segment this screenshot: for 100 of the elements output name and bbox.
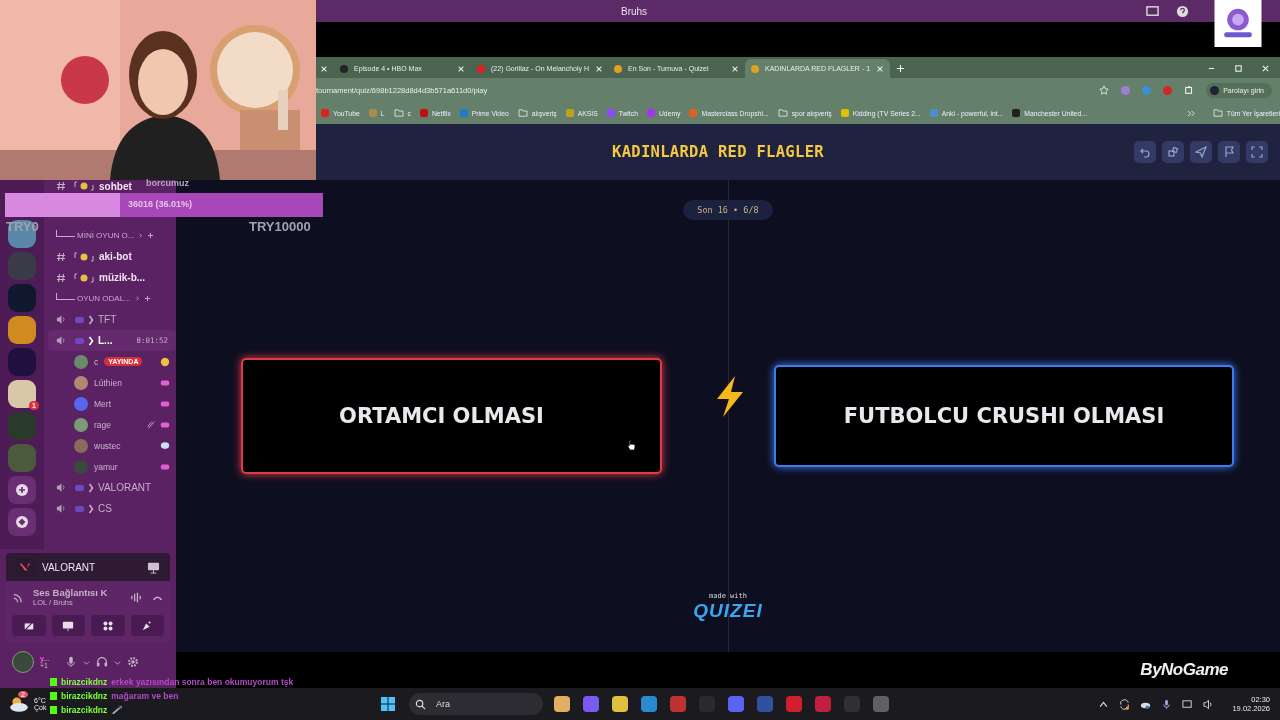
emoji-icon	[74, 272, 94, 283]
windows-icon[interactable]	[380, 696, 396, 712]
chat-username: birazcikdnz	[61, 676, 108, 687]
chevron-icon[interactable]	[133, 295, 141, 302]
voice-channel[interactable]: VALORANT	[48, 477, 176, 498]
hash-icon	[56, 272, 66, 283]
microphone-icon[interactable]	[1161, 698, 1173, 710]
answer-card[interactable]: FUTBOLCU CRUSHI OLMASI	[774, 365, 1234, 467]
folder-icon	[1212, 109, 1223, 117]
search-field[interactable]: Ara	[409, 693, 543, 715]
shuffle-button[interactable]	[1162, 141, 1184, 163]
caret-icon[interactable]	[83, 658, 91, 666]
voice-channel[interactable]: CS	[48, 498, 176, 519]
speaker-icon	[56, 503, 67, 514]
knife-icon	[111, 704, 124, 715]
headphones-icon[interactable]	[96, 656, 109, 668]
screen-share-icon[interactable]	[147, 560, 160, 574]
app-icon[interactable]	[641, 696, 657, 712]
flag-button[interactable]	[1218, 141, 1240, 163]
goal-end-label: TRY10000	[249, 219, 311, 234]
sync-icon[interactable]	[1119, 698, 1131, 710]
caret-icon[interactable]	[114, 658, 122, 666]
send-icon	[1195, 146, 1207, 158]
brand-logo[interactable]: QUIZEI	[693, 600, 763, 622]
microphone-icon[interactable]	[65, 656, 78, 668]
quiz-title: KADINLARDA RED FLAGLER	[612, 143, 824, 161]
server-icon[interactable]	[8, 380, 36, 408]
add-icon[interactable]	[147, 232, 155, 239]
server-icon[interactable]	[8, 316, 36, 344]
goal-progress-label: 36016 (36.01%)	[128, 199, 193, 209]
close-icon[interactable]	[876, 64, 885, 73]
user-avatar[interactable]	[12, 651, 34, 673]
close-icon[interactable]	[320, 65, 328, 73]
app-icon[interactable]	[670, 696, 686, 712]
app-icon[interactable]	[728, 696, 744, 712]
app-icon[interactable]	[786, 696, 802, 712]
app-icon[interactable]	[554, 696, 570, 712]
camera-button[interactable]	[12, 615, 46, 636]
voice-member[interactable]: yamur	[48, 456, 176, 477]
folder-icon	[517, 109, 528, 117]
add-icon[interactable]	[8, 476, 36, 504]
close-icon[interactable]	[457, 64, 465, 73]
voice-channel[interactable]: TFT	[48, 309, 176, 330]
connection-status: Ses Bağlantısı K	[33, 587, 109, 598]
help-icon[interactable]	[1176, 4, 1189, 18]
puzzle-icon[interactable]	[1184, 85, 1195, 95]
voice-member[interactable]: Mert	[48, 393, 176, 414]
party-icon	[141, 619, 154, 632]
close-icon[interactable]	[595, 64, 604, 73]
send-button[interactable]	[1190, 141, 1212, 163]
add-icon[interactable]	[143, 295, 151, 302]
screen-icon	[62, 619, 75, 632]
activities-button[interactable]	[91, 615, 125, 636]
soundboard-button[interactable]	[130, 615, 164, 636]
hash-icon	[56, 251, 66, 262]
cubes-icon	[1167, 146, 1179, 158]
game-icon	[75, 505, 84, 512]
maximize-icon[interactable]	[1234, 64, 1243, 73]
waveform-icon[interactable]	[130, 590, 143, 604]
game-icon	[75, 484, 84, 491]
voice-member[interactable]: Lúthien	[48, 372, 176, 393]
text-channel[interactable]: sohbet	[48, 180, 132, 192]
app-icon[interactable]	[583, 696, 599, 712]
settings-icon[interactable]	[127, 656, 140, 668]
flag-icon	[1223, 146, 1235, 158]
text-channel[interactable]: müzik-b...	[48, 267, 176, 288]
speaker-icon	[56, 482, 67, 493]
answer-card[interactable]: ORTAMCI OLMASI	[241, 358, 662, 474]
grid-icon	[101, 619, 114, 632]
chat-username: birazcikdnz	[61, 704, 108, 715]
fullscreen-button[interactable]	[1246, 141, 1268, 163]
chat-icon	[160, 440, 170, 451]
voice-member[interactable]: wustec	[48, 435, 176, 456]
volume-icon[interactable]	[1203, 698, 1215, 710]
chevron-icon	[88, 503, 94, 514]
search-icon	[415, 698, 426, 710]
chat-username: birazcikdnz	[61, 690, 108, 701]
chevron-icon	[88, 314, 94, 325]
screen-icon[interactable]	[1146, 4, 1159, 18]
compass-icon[interactable]	[8, 508, 36, 536]
game-name: VALORANT	[42, 561, 97, 573]
undo-icon	[1139, 146, 1151, 158]
star-icon[interactable]	[1099, 85, 1110, 95]
channel-category[interactable]: MİNİ OYUN O...	[48, 225, 176, 246]
network-icon[interactable]	[1182, 698, 1194, 710]
hash-icon	[56, 181, 66, 191]
channel-category[interactable]: OYUN ODAL...	[48, 288, 176, 309]
chevron-icon[interactable]	[137, 232, 145, 239]
close-icon[interactable]	[1261, 64, 1270, 73]
chevron-up-icon[interactable]	[1098, 698, 1110, 710]
chevron-icon	[88, 482, 94, 493]
round-indicator: Son 16 • 6/8	[683, 200, 773, 220]
voice-member[interactable]: rage	[48, 414, 176, 435]
undo-button[interactable]	[1134, 141, 1156, 163]
text-channel[interactable]: aki-bot	[48, 246, 176, 267]
screen-share-button[interactable]	[51, 615, 85, 636]
emoji-icon	[74, 181, 94, 191]
chevron-icon[interactable]	[1186, 109, 1196, 117]
app-icon[interactable]	[612, 696, 628, 712]
close-icon[interactable]	[731, 64, 739, 73]
